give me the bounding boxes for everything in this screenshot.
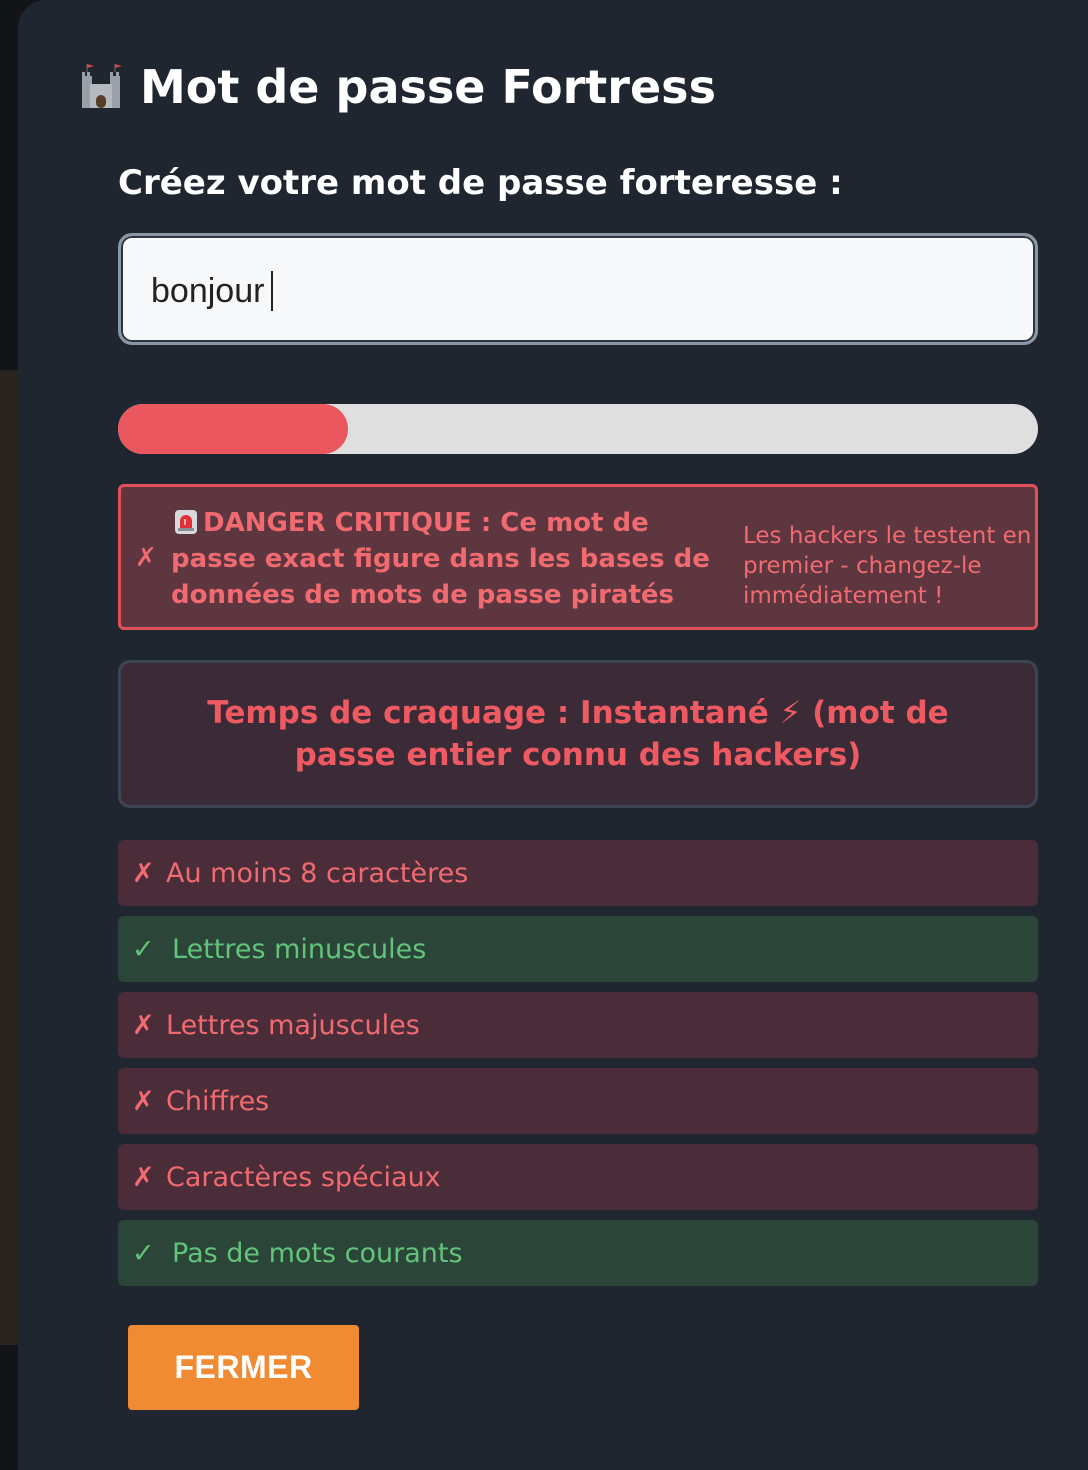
criterion-lowercase: ✓ Lettres minuscules — [118, 916, 1038, 982]
criterion-label: Caractères spéciaux — [166, 1161, 441, 1193]
danger-main-text: DANGER CRITIQUE : Ce mot de passe exact … — [171, 505, 741, 613]
danger-main-label: DANGER CRITIQUE : Ce mot de passe exact … — [171, 508, 710, 610]
modal-title-text: Mot de passe Fortress — [140, 60, 716, 114]
criterion-no-common-words: ✓ Pas de mots courants — [118, 1220, 1038, 1286]
criterion-label: Pas de mots courants — [172, 1237, 463, 1269]
check-icon: ✓ — [132, 933, 155, 965]
danger-cross-icon: ✗ — [135, 543, 157, 573]
criterion-label: Lettres majuscules — [166, 1009, 420, 1041]
strength-bar-fill — [118, 404, 348, 454]
close-button[interactable]: FERMER — [128, 1325, 359, 1410]
cross-icon: ✗ — [132, 857, 155, 889]
criterion-uppercase: ✗ Lettres majuscules — [118, 992, 1038, 1058]
cross-icon: ✗ — [132, 1085, 155, 1117]
text-caret — [271, 271, 273, 311]
strength-bar — [118, 404, 1038, 454]
password-modal: Mot de passe Fortress Créez votre mot de… — [18, 0, 1088, 1470]
password-field[interactable] — [118, 233, 1038, 345]
criterion-min-length: ✗ Au moins 8 caractères — [118, 840, 1038, 906]
castle-icon — [82, 64, 122, 108]
crack-time-text: Temps de craquage : Instantané ⚡ (mot de… — [207, 695, 949, 773]
criterion-label: Au moins 8 caractères — [166, 857, 469, 889]
modal-title: Mot de passe Fortress — [76, 56, 716, 118]
danger-alert: ✗ DANGER CRITIQUE : Ce mot de passe exac… — [118, 484, 1038, 630]
criterion-label: Lettres minuscules — [172, 933, 427, 965]
criterion-digits: ✗ Chiffres — [118, 1068, 1038, 1134]
password-input[interactable] — [151, 266, 991, 316]
criterion-special-chars: ✗ Caractères spéciaux — [118, 1144, 1038, 1210]
criterion-label: Chiffres — [166, 1085, 270, 1117]
crack-time-box: Temps de craquage : Instantané ⚡ (mot de… — [118, 660, 1038, 808]
cross-icon: ✗ — [132, 1161, 155, 1193]
criteria-list: ✗ Au moins 8 caractères ✓ Lettres minusc… — [118, 840, 1038, 1296]
cross-icon: ✗ — [132, 1009, 155, 1041]
siren-icon — [175, 510, 197, 534]
check-icon: ✓ — [132, 1237, 155, 1269]
danger-sub-text: Les hackers le testent en premier - chan… — [743, 523, 1032, 609]
password-label: Créez votre mot de passe forteresse : — [118, 163, 843, 203]
